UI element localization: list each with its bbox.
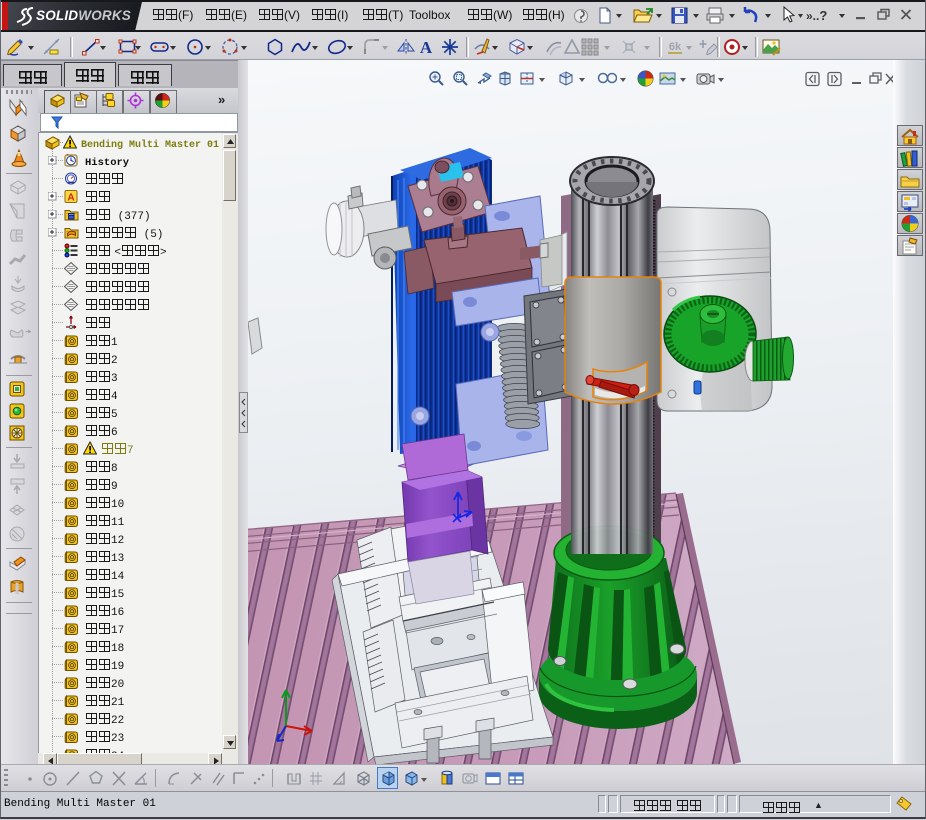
svg-text:A: A [420, 38, 433, 57]
svg-text:6k: 6k [669, 41, 682, 53]
